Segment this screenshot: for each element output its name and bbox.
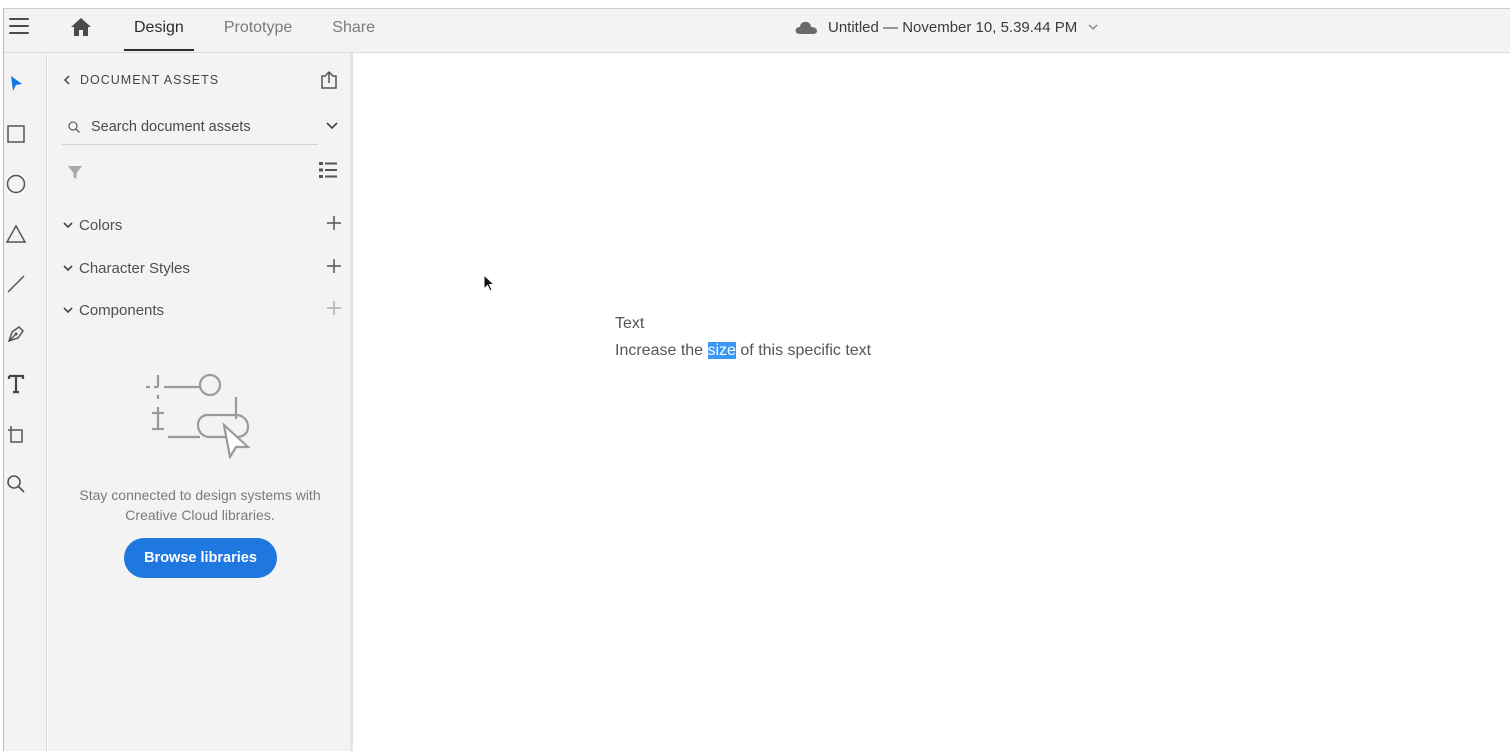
add-character-style-icon[interactable] (326, 258, 342, 274)
zoom-tool-icon[interactable] (5, 473, 29, 497)
share-export-icon[interactable] (318, 69, 340, 91)
tab-share[interactable]: Share (322, 9, 385, 51)
document-title: Untitled — November 10, 5.39.44 PM (828, 18, 1078, 36)
libraries-hint-text: Stay connected to design systems with Cr… (79, 487, 321, 523)
design-canvas[interactable]: Text Increase the size of this specific … (353, 53, 1510, 751)
tab-prototype[interactable]: Prototype (214, 9, 302, 51)
selected-text[interactable]: size (707, 342, 736, 359)
canvas-text-body[interactable]: Increase the size of this specific text (615, 336, 871, 366)
tab-design[interactable]: Design (124, 9, 194, 51)
chevron-down-icon (63, 265, 73, 272)
chevron-down-icon (63, 307, 73, 314)
document-title-dropdown[interactable]: Untitled — November 10, 5.39.44 PM (794, 17, 1099, 37)
top-bar: Design Prototype Share Untitled — Novemb… (4, 9, 1510, 53)
assets-header-label: DOCUMENT ASSETS (80, 73, 220, 87)
select-tool-icon[interactable] (5, 73, 29, 97)
text-tool-icon[interactable] (5, 373, 29, 397)
section-components[interactable]: Components (62, 298, 342, 322)
artboard-tool-icon[interactable] (5, 423, 29, 447)
document-assets-panel: DOCUMENT ASSETS Search document assets C… (48, 53, 353, 751)
canvas-text-title[interactable]: Text (615, 315, 644, 333)
search-icon (68, 120, 80, 133)
hamburger-icon[interactable] (9, 18, 29, 36)
mode-tabs: Design Prototype Share (124, 9, 405, 53)
polygon-tool-icon[interactable] (5, 223, 29, 247)
section-label: Colors (79, 216, 123, 234)
chevron-down-icon[interactable] (325, 119, 339, 133)
text-after-selection: of this specific text (735, 342, 872, 359)
cloud-icon (795, 21, 817, 34)
assets-back-header[interactable]: DOCUMENT ASSETS (62, 73, 219, 87)
text-before-selection: Increase the (615, 342, 708, 359)
add-color-icon[interactable] (326, 215, 342, 231)
home-icon[interactable] (69, 16, 93, 38)
chevron-left-icon (63, 75, 70, 85)
ellipse-tool-icon[interactable] (5, 173, 29, 197)
add-component-icon[interactable] (326, 300, 342, 316)
app-window: Design Prototype Share Untitled — Novemb… (3, 8, 1510, 751)
section-colors[interactable]: Colors (62, 213, 342, 237)
filter-icon[interactable] (66, 163, 84, 181)
mouse-pointer-icon (483, 274, 496, 292)
section-label: Components (79, 301, 165, 319)
section-character-styles[interactable]: Character Styles (62, 256, 342, 280)
chevron-down-icon (63, 222, 73, 229)
browse-libraries-button[interactable]: Browse libraries (124, 538, 277, 578)
line-tool-icon[interactable] (5, 273, 29, 297)
libraries-illustration-icon (146, 373, 251, 459)
pen-tool-icon[interactable] (5, 323, 29, 347)
tools-toolbar (4, 53, 47, 751)
section-label: Character Styles (79, 259, 190, 277)
search-assets-input[interactable]: Search document assets (62, 109, 318, 145)
chevron-down-icon (1088, 24, 1098, 31)
rectangle-tool-icon[interactable] (5, 123, 29, 147)
list-view-icon[interactable] (318, 160, 338, 180)
search-placeholder: Search document assets (91, 118, 251, 135)
